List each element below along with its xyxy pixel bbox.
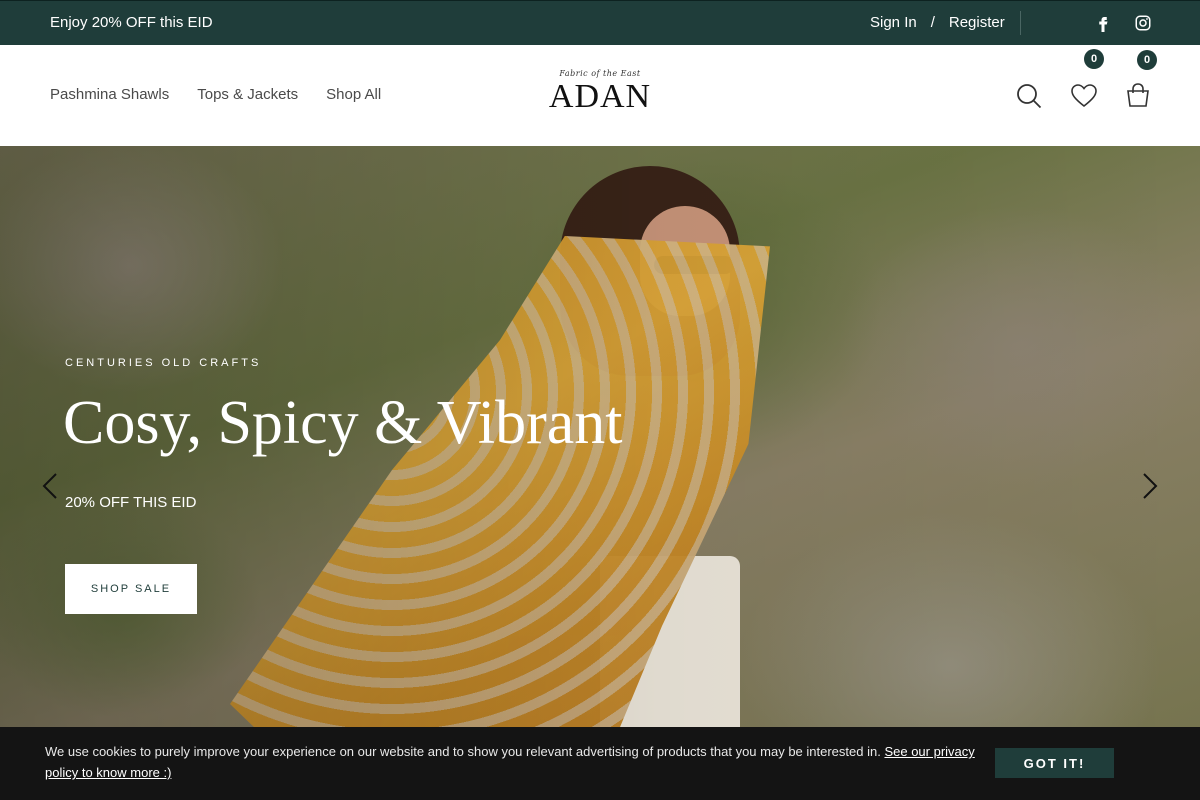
announcement-bar: Enjoy 20% OFF this EID Sign In / Registe… [0,0,1200,45]
site-header: Pashmina Shawls Tops & Jackets Shop All … [0,45,1200,146]
nav-item-pashmina-shawls[interactable]: Pashmina Shawls [50,86,169,103]
shop-sale-button[interactable]: SHOP SALE [65,564,197,614]
hero-eyebrow: CENTURIES OLD CRAFTS [65,357,262,369]
hero-banner: CENTURIES OLD CRAFTS Cosy, Spicy & Vibra… [0,146,1200,727]
hero-headline: Cosy, Spicy & Vibrant [63,389,623,457]
main-nav: Pashmina Shawls Tops & Jackets Shop All [50,86,381,103]
heart-icon[interactable] [1070,83,1098,109]
chevron-right-icon[interactable] [1141,472,1159,500]
instagram-icon[interactable] [1134,14,1152,32]
facebook-icon[interactable] [1094,14,1112,32]
cookie-message-block: We use cookies to purely improve your ex… [45,741,975,783]
logo-text: ADAN [548,78,652,115]
cookie-message: We use cookies to purely improve your ex… [45,744,881,759]
cart-count-badge: 0 [1137,50,1157,70]
cart-icon[interactable] [1124,82,1152,110]
chevron-left-icon[interactable] [41,472,59,500]
auth-links: Sign In / Register [870,14,1005,31]
nav-item-shop-all[interactable]: Shop All [326,86,381,103]
accept-cookies-button[interactable]: GOT IT! [995,748,1114,778]
hero-subline: 20% OFF THIS EID [65,494,197,511]
logo-tagline: Fabric of the East [559,69,641,78]
nav-item-tops-jackets[interactable]: Tops & Jackets [197,86,298,103]
sign-in-link[interactable]: Sign In [870,14,917,31]
wishlist-count-badge: 0 [1084,49,1104,69]
divider [1020,11,1021,35]
promo-text: Enjoy 20% OFF this EID [50,14,213,31]
site-logo[interactable]: Fabric of the East ADAN [540,69,660,116]
auth-separator: / [930,14,935,31]
search-icon[interactable] [1016,83,1042,109]
register-link[interactable]: Register [949,14,1005,31]
cookie-banner: We use cookies to purely improve your ex… [0,727,1200,800]
